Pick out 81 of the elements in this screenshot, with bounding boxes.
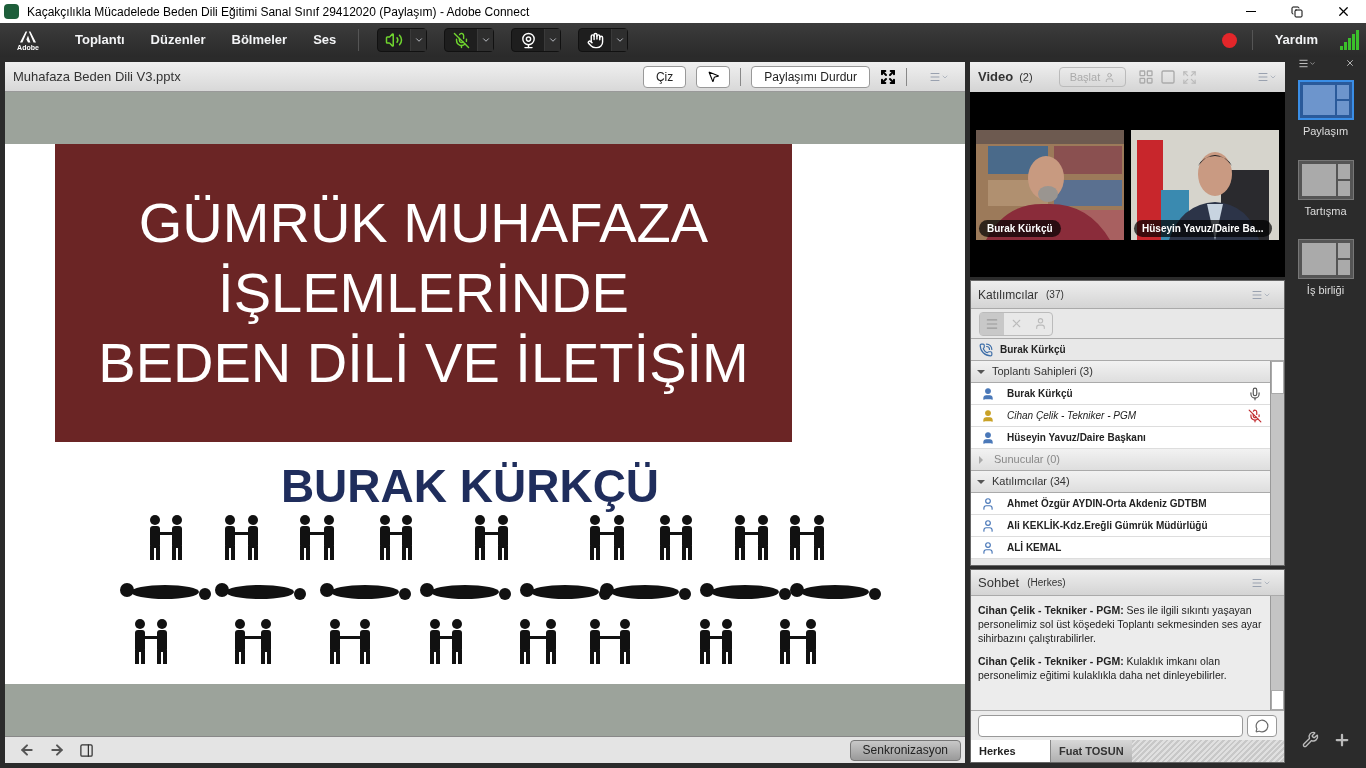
pod-title: Sohbet [978,573,1020,592]
participant-name[interactable]: Burak Kürkçü [1007,386,1073,401]
panel-icon[interactable] [79,742,94,758]
caret-icon [480,35,491,45]
add-icon[interactable] [1333,731,1351,749]
app-icon [4,4,19,19]
slide-title: İŞLEMLERİNDE [218,260,629,326]
video-count: (2) [1019,69,1033,85]
layout-button[interactable]: İş birliği [1297,239,1354,299]
send-button[interactable] [1247,714,1277,737]
user-icon [1104,71,1116,83]
chat-tab[interactable]: Fuat TOSUN [1050,740,1132,762]
layout-button[interactable]: Tartışma [1297,159,1354,219]
layout-thumbnail-icon [1297,239,1354,279]
signal-icon [1340,30,1360,50]
layout-button[interactable]: Paylaşım [1297,80,1354,140]
sync-button[interactable]: Senkronizasyon [849,739,961,761]
caret-icon [547,35,558,45]
pod-title: Muhafaza Beden Dili V3.pptx [13,67,181,86]
scrollbar[interactable] [1270,361,1284,565]
minimize-icon [1246,11,1256,12]
close-icon[interactable] [1345,58,1355,69]
chat-input[interactable] [978,714,1243,737]
next-icon[interactable] [49,742,65,758]
restore-icon [1291,5,1303,18]
previous-icon[interactable] [19,742,35,758]
scrollbar[interactable] [1270,596,1284,710]
pointer-button[interactable] [696,65,731,88]
grid-view-icon[interactable] [1138,69,1155,85]
pointer-icon [706,70,720,83]
chat-tab[interactable]: Herkes [971,740,1050,762]
hand-icon [586,31,604,49]
pod-title: Katılımcılar [978,286,1038,304]
pod-menu-icon[interactable] [1251,576,1271,589]
host-user-icon [981,430,995,445]
sidebar-menu-icon[interactable] [1298,58,1316,69]
presenter-name: BURAK KÜRKÇÜ [280,460,660,512]
chat-message: Cihan Çelik - Tekniker - PGM: Ses ile ilgili sıkıntı yaşayan personelimiz sol üst köşedeki Toplantı sekmesinden ses ayar sihirbazını çalıştırabilirler. [978,603,1263,645]
window-title: Kaçakçılıkla Mücadelede Beden Dili Eğitimi Sanal Sınıf 29412020 (Paylaşım) - Adobe Connect [27,3,530,21]
layout-thumbnail-icon [1297,80,1354,120]
help-menu[interactable]: Yardım [1274,30,1318,50]
dropdown-button[interactable] [611,29,628,51]
user-icon [1033,317,1047,330]
user-icon [981,518,995,533]
muted-microphone-icon [452,31,470,49]
participant-count: (37) [1046,288,1064,302]
host-user-icon [981,408,995,423]
speech-bubble-icon [1255,718,1269,733]
menu-item[interactable]: Bölmeler [231,30,288,50]
dropdown-button[interactable] [477,29,494,51]
speaker-icon [385,31,404,49]
pod-menu-icon[interactable] [929,70,949,83]
participant-name[interactable]: ALİ KEMAL [1007,540,1062,555]
active-speaker: Burak Kürkçü [1000,343,1066,357]
caret-icon [614,35,625,45]
chat-scope: (Herkes) [1027,576,1066,590]
menu-item[interactable]: Düzenler [150,30,206,50]
list-icon [985,316,999,331]
host-user-icon [981,386,995,401]
user-icon [981,496,995,511]
slide-title: BEDEN DİLİ VE İLETİŞİM [98,330,749,396]
webcam-icon [519,31,537,49]
phone-icon [979,342,993,357]
menu-item[interactable]: Toplantı [75,30,125,50]
slide-title: GÜMRÜK MUHAFAZA [138,190,709,256]
pod-menu-icon[interactable] [1257,71,1277,83]
user-icon [981,540,995,555]
pod-menu-icon[interactable] [1251,288,1271,301]
settings-icon[interactable] [1302,731,1319,749]
draw-button[interactable]: Çiz [642,65,687,88]
dropdown-button[interactable] [410,29,427,51]
caret-icon [413,35,424,45]
stop-sharing-button[interactable]: Paylaşımı Durdur [751,65,870,88]
menu-item[interactable]: Ses [313,30,337,50]
chat-message: Cihan Çelik - Tekniker - PGM: Kulaklık imkanı olan personelimiz eğitimi kulaklıkla daha net dinleyebilirler. [978,654,1228,682]
layout-thumbnail-icon [1297,159,1354,200]
fullscreen-icon[interactable] [880,68,896,85]
list-view-button[interactable] [980,312,1004,335]
single-view-icon[interactable] [1160,69,1177,85]
pod-title: Video [978,68,1014,87]
dropdown-button[interactable] [544,29,561,51]
